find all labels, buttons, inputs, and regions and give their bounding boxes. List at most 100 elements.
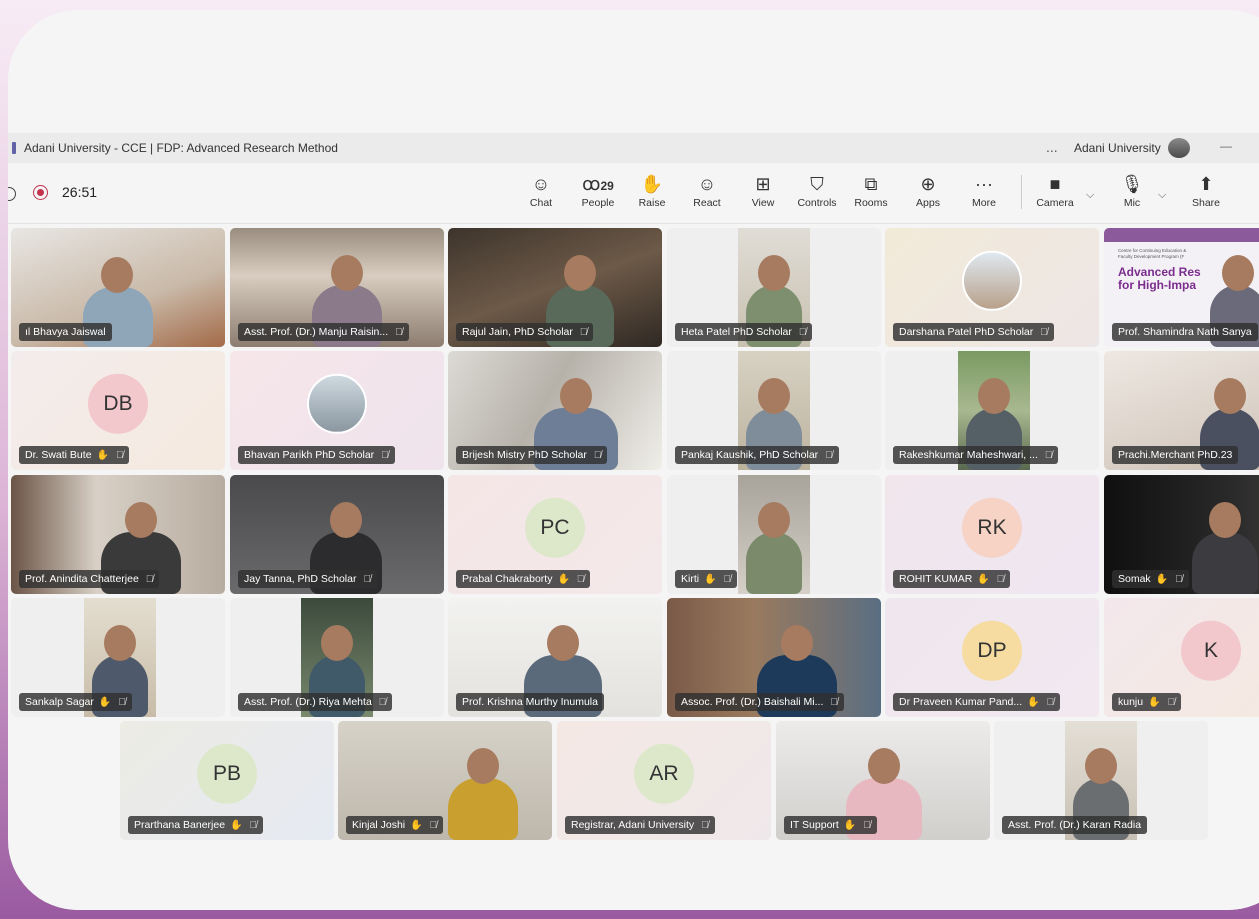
name-label: Sankalp Sagar ✋ 🎙̸ bbox=[19, 693, 132, 711]
participant-tile[interactable]: DP Dr Praveen Kumar Pand... ✋ 🎙̸ bbox=[885, 598, 1099, 717]
raise-label: Raise bbox=[638, 197, 666, 209]
share-label: Share bbox=[1191, 197, 1221, 209]
account-avatar[interactable] bbox=[1168, 138, 1190, 158]
raised-hand-icon: ✋ bbox=[1027, 697, 1040, 708]
mic-off-icon: 🎙̸ bbox=[1175, 574, 1183, 585]
rooms-button[interactable]: ⧉ Rooms bbox=[853, 173, 889, 209]
raised-hand-icon: ✋ bbox=[410, 820, 423, 831]
mic-off-icon: 🎙̸ bbox=[1046, 697, 1055, 708]
participant-name: Kinjal Joshi bbox=[352, 819, 406, 831]
slide-title: Advanced Res bbox=[1118, 265, 1201, 279]
raise-hand-button[interactable]: ✋ Raise bbox=[636, 173, 668, 209]
participant-tile[interactable]: Bhavan Parikh PhD Scholar 🎙̸ bbox=[230, 351, 444, 470]
mic-off-icon: 🎙̸ bbox=[378, 697, 387, 708]
chat-button[interactable]: ☺ Chat bbox=[525, 173, 557, 209]
more-button[interactable]: ··· More bbox=[968, 173, 1000, 209]
view-button[interactable]: ⊞ View bbox=[747, 173, 779, 209]
controls-button[interactable]: ⛉ Controls bbox=[794, 173, 840, 209]
avatar-initials: RK bbox=[977, 515, 1007, 539]
controls-label: Controls bbox=[797, 197, 837, 209]
participant-tile[interactable]: RK ROHIT KUMAR ✋ 🎙̸ bbox=[885, 475, 1099, 594]
teams-window: Adani University - CCE | FDP: Advanced R… bbox=[8, 10, 1259, 910]
participant-tile[interactable]: Centre for Continuing Education & Facult… bbox=[1104, 228, 1259, 347]
participant-tile[interactable]: Somak ✋ 🎙̸ bbox=[1104, 475, 1259, 594]
participant-tile[interactable]: Kirti ✋ 🎙̸ bbox=[667, 475, 881, 594]
organization-name: Adani University bbox=[1074, 141, 1161, 155]
participant-tile[interactable]: Brijesh Mistry PhD Scholar 🎙̸ bbox=[448, 351, 662, 470]
apps-button[interactable]: ⊕ Apps bbox=[912, 173, 944, 209]
bottom-area bbox=[8, 846, 1259, 910]
participant-name: ROHIT KUMAR bbox=[899, 573, 973, 585]
name-label: Asst. Prof. (Dr.) Karan Radia bbox=[1002, 816, 1148, 834]
name-label: Bhavan Parikh PhD Scholar 🎙̸ bbox=[238, 446, 395, 464]
participant-tile[interactable]: Asst. Prof. (Dr.) Manju Raisin... 🎙̸ bbox=[230, 228, 444, 347]
raised-hand-icon: ✋ bbox=[1155, 574, 1169, 585]
camera-button[interactable]: ■ Camera bbox=[1035, 173, 1075, 209]
name-label: Rakeshkumar Maheshwari, ... 🎙̸ bbox=[893, 446, 1059, 464]
title-bar: Adani University - CCE | FDP: Advanced R… bbox=[8, 133, 1259, 163]
participant-tile[interactable]: Kinjal Joshi ✋ 🎙̸ bbox=[338, 721, 552, 840]
participant-tile[interactable]: Asst. Prof. (Dr.) Karan Radia bbox=[994, 721, 1208, 840]
chat-label: Chat bbox=[529, 197, 553, 209]
participant-tile[interactable]: Pankaj Kaushik, PhD Scholar 🎙̸ bbox=[667, 351, 881, 470]
participant-tile[interactable]: IT Support ✋ 🎙̸ bbox=[776, 721, 990, 840]
participant-name: Bhavan Parikh PhD Scholar bbox=[244, 449, 375, 461]
initials-avatar: DP bbox=[962, 620, 1022, 681]
minimize-button[interactable]: — bbox=[1220, 139, 1232, 153]
participant-tile[interactable]: K kunju ✋ 🎙̸ bbox=[1104, 598, 1259, 717]
mic-off-icon: 🎙̸ bbox=[579, 327, 588, 338]
participant-tile[interactable]: PC Prabal Chakraborty ✋ 🎙̸ bbox=[448, 475, 662, 594]
participant-tile[interactable]: PB Prarthana Banerjee ✋ 🎙̸ bbox=[120, 721, 334, 840]
rooms-icon: ⧉ bbox=[864, 174, 878, 194]
participant-tile[interactable]: Rakeshkumar Maheshwari, ... 🎙̸ bbox=[885, 351, 1099, 470]
participant-tile[interactable]: DB Dr. Swati Bute ✋ 🎙̸ bbox=[11, 351, 225, 470]
mic-off-icon: 🎙̸ bbox=[576, 574, 585, 585]
participant-tile[interactable]: ıl Bhavya Jaiswal bbox=[11, 228, 225, 347]
name-label: Asst. Prof. (Dr.) Riya Mehta 🎙̸ bbox=[238, 693, 393, 711]
share-button[interactable]: ⬆ Share bbox=[1190, 173, 1222, 209]
mic-off-icon: 🎙̸ bbox=[825, 450, 833, 461]
signal-icon: ıl bbox=[25, 326, 31, 338]
avatar-initials: AR bbox=[649, 761, 679, 785]
toolbar-divider bbox=[1021, 175, 1022, 209]
participant-name: Bhavya Jaiswal bbox=[33, 326, 106, 338]
participant-name: Prabal Chakraborty bbox=[462, 573, 553, 585]
people-count: 29 bbox=[600, 179, 614, 193]
camera-options-chevron-icon[interactable]: ⌵ bbox=[1086, 189, 1094, 202]
participant-tile[interactable]: Prof. Krishna Murthy Inumula bbox=[448, 598, 662, 717]
profile-photo bbox=[962, 250, 1022, 311]
react-button[interactable]: ☺ React bbox=[691, 173, 723, 209]
more-options-icon[interactable]: ... bbox=[1046, 139, 1058, 155]
mic-off-icon: 🎙̸ bbox=[701, 820, 709, 831]
participant-tile[interactable]: Prof. Anindita Chatterjee 🎙̸ bbox=[11, 475, 225, 594]
camera-icon: ■ bbox=[1049, 174, 1061, 194]
mic-options-chevron-icon[interactable]: ⌵ bbox=[1158, 189, 1166, 202]
participant-tile[interactable]: Prachi.Merchant PhD.23 bbox=[1104, 351, 1259, 470]
participant-tile[interactable]: AR Registrar, Adani University 🎙̸ bbox=[557, 721, 771, 840]
initials-avatar: PB bbox=[197, 743, 257, 804]
participant-tile[interactable]: Assoc. Prof. (Dr.) Baishali Mi... 🎙̸ bbox=[667, 598, 881, 717]
camera-label: Camera bbox=[1036, 197, 1074, 209]
initials-avatar: K bbox=[1181, 620, 1241, 681]
participant-tile[interactable]: Asst. Prof. (Dr.) Riya Mehta 🎙̸ bbox=[230, 598, 444, 717]
participant-tile[interactable]: Sankalp Sagar ✋ 🎙̸ bbox=[11, 598, 225, 717]
raised-hand-icon: ✋ bbox=[977, 574, 990, 585]
participant-name: Asst. Prof. (Dr.) Riya Mehta bbox=[244, 696, 372, 708]
participant-tile[interactable]: Rajul Jain, PhD Scholar 🎙̸ bbox=[448, 228, 662, 347]
participant-figure bbox=[448, 748, 518, 840]
participant-tile[interactable]: Jay Tanna, PhD Scholar 🎙̸ bbox=[230, 475, 444, 594]
window-title: Adani University - CCE | FDP: Advanced R… bbox=[24, 141, 338, 155]
people-button[interactable]: ꝏ29 People bbox=[576, 173, 620, 209]
slide-subtitle-2: Faculty Development Program (F bbox=[1118, 254, 1185, 259]
avatar-initials: DP bbox=[977, 638, 1007, 662]
rooms-label: Rooms bbox=[854, 197, 888, 209]
participant-tile[interactable]: Darshana Patel PhD Scholar 🎙̸ bbox=[885, 228, 1099, 347]
participant-name: Jay Tanna, PhD Scholar bbox=[244, 573, 357, 585]
mic-button[interactable]: 🎙 Mic bbox=[1116, 173, 1148, 209]
name-label: ıl Bhavya Jaiswal bbox=[19, 323, 112, 341]
participant-name: Registrar, Adani University bbox=[571, 819, 695, 831]
participant-tile[interactable]: Heta Patel PhD Scholar 🎙̸ bbox=[667, 228, 881, 347]
mic-off-icon: 🎙̸ bbox=[249, 820, 258, 831]
initials-avatar: DB bbox=[88, 373, 148, 434]
people-icon: ꝏ bbox=[582, 174, 601, 194]
